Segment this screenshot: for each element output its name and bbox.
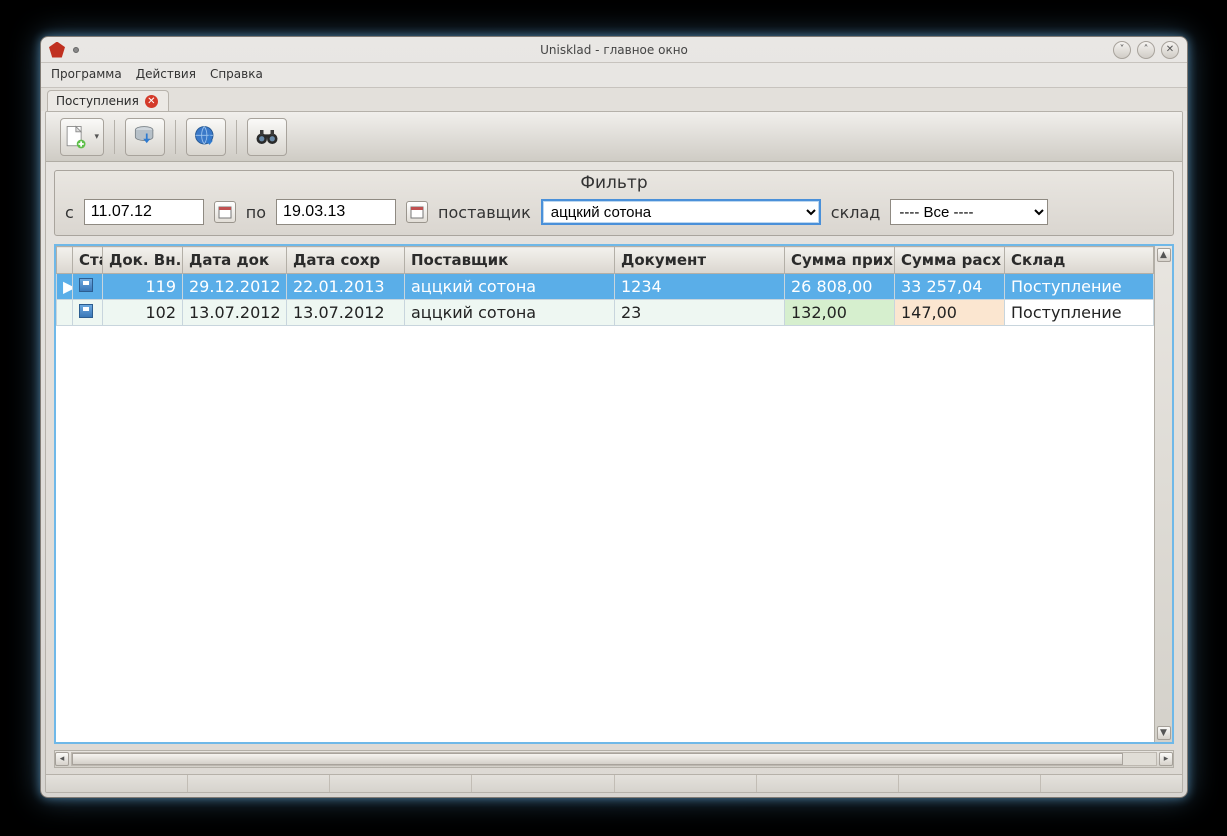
toolbar-separator (114, 120, 115, 154)
filter-panel: Фильтр с по поставщ (54, 170, 1174, 236)
cell-status (73, 274, 103, 300)
row-marker-icon (57, 300, 73, 326)
cell-warehouse: Поступление (1005, 300, 1154, 326)
filter-supplier-label: поставщик (438, 203, 531, 222)
calendar-icon (410, 205, 424, 219)
date-to-input[interactable] (276, 199, 396, 225)
titlebar: Unisklad - главное окно ˅ ˄ ✕ (41, 37, 1187, 63)
database-download-button[interactable] (125, 118, 165, 156)
cell-warehouse: Поступление (1005, 274, 1154, 300)
cell-document: 23 (615, 300, 785, 326)
scroll-right-icon[interactable]: ▸ (1159, 752, 1173, 766)
statusbar (46, 774, 1182, 792)
warehouse-combo[interactable]: ---- Все ---- (890, 199, 1048, 225)
data-grid[interactable]: Ста Док. Вн. Дата док Дата сохр Поставщи… (56, 246, 1154, 742)
filter-title: Фильтр (55, 171, 1173, 193)
close-window-button[interactable]: ✕ (1161, 41, 1179, 59)
cell-status (73, 300, 103, 326)
new-document-button[interactable]: ▾ (60, 118, 104, 156)
col-document[interactable]: Документ (615, 247, 785, 274)
cell-doc-vn: 102 (103, 300, 183, 326)
col-date-save[interactable]: Дата сохр (287, 247, 405, 274)
filter-from-label: с (65, 203, 74, 222)
toolbar: ▾ (46, 112, 1182, 162)
horizontal-scrollbar[interactable]: ◂ ▸ (54, 750, 1174, 768)
cell-sum-out: 33 257,04 (895, 274, 1005, 300)
tab-receipts[interactable]: Поступления ✕ (47, 90, 169, 111)
menu-program[interactable]: Программа (51, 67, 122, 81)
tab-label: Поступления (56, 94, 139, 108)
search-button[interactable] (247, 118, 287, 156)
window-title: Unisklad - главное окно (41, 43, 1187, 57)
filter-to-label: по (246, 203, 266, 222)
scroll-left-icon[interactable]: ◂ (55, 752, 69, 766)
col-supplier[interactable]: Поставщик (405, 247, 615, 274)
dropdown-arrow-icon: ▾ (94, 132, 99, 142)
col-marker[interactable] (57, 247, 73, 274)
menubar: Программа Действия Справка (41, 63, 1187, 88)
binoculars-icon (253, 123, 281, 151)
cell-sum-in: 26 808,00 (785, 274, 895, 300)
table-row[interactable]: ▶ 119 29.12.2012 22.01.2013 аццкий сотон… (57, 274, 1154, 300)
scroll-track[interactable] (71, 752, 1157, 766)
filter-row: с по поставщик (55, 193, 1173, 235)
date-from-input[interactable] (84, 199, 204, 225)
web-download-button[interactable] (186, 118, 226, 156)
cell-date-doc: 13.07.2012 (183, 300, 287, 326)
cell-sum-in: 132,00 (785, 300, 895, 326)
new-document-icon (61, 123, 89, 151)
content-frame: ▾ (45, 111, 1183, 793)
maximize-button[interactable]: ˄ (1137, 41, 1155, 59)
cell-sum-out: 147,00 (895, 300, 1005, 326)
col-sum-out[interactable]: Сумма расх (895, 247, 1005, 274)
grid-container: Ста Док. Вн. Дата док Дата сохр Поставщи… (54, 244, 1174, 744)
cell-doc-vn: 119 (103, 274, 183, 300)
toolbar-separator (175, 120, 176, 154)
cell-date-save: 22.01.2013 (287, 274, 405, 300)
cell-supplier: аццкий сотона (405, 274, 615, 300)
col-date-doc[interactable]: Дата док (183, 247, 287, 274)
scroll-up-icon[interactable]: ▲ (1157, 248, 1171, 262)
scroll-thumb[interactable] (72, 753, 1123, 765)
supplier-combo[interactable]: аццкий сотона (541, 199, 821, 225)
filter-warehouse-label: склад (831, 203, 881, 222)
title-dot-icon (73, 47, 79, 53)
toolbar-separator (236, 120, 237, 154)
globe-download-icon (192, 123, 220, 151)
calendar-icon (218, 205, 232, 219)
vertical-scrollbar[interactable]: ▲ ▼ (1154, 246, 1172, 742)
save-icon (79, 278, 93, 292)
cell-date-doc: 29.12.2012 (183, 274, 287, 300)
cell-date-save: 13.07.2012 (287, 300, 405, 326)
date-from-picker-button[interactable] (214, 201, 236, 223)
tab-close-icon[interactable]: ✕ (145, 95, 158, 108)
cell-document: 1234 (615, 274, 785, 300)
cell-supplier: аццкий сотона (405, 300, 615, 326)
tabstrip: Поступления ✕ (41, 88, 1187, 111)
row-marker-icon: ▶ (57, 274, 73, 300)
col-doc-vn[interactable]: Док. Вн. (103, 247, 183, 274)
menu-actions[interactable]: Действия (136, 67, 196, 81)
col-status[interactable]: Ста (73, 247, 103, 274)
col-sum-in[interactable]: Сумма прих (785, 247, 895, 274)
main-window: Unisklad - главное окно ˅ ˄ ✕ Программа … (40, 36, 1188, 798)
menu-help[interactable]: Справка (210, 67, 263, 81)
app-icon (49, 42, 65, 58)
save-icon (79, 304, 93, 318)
date-to-picker-button[interactable] (406, 201, 428, 223)
minimize-button[interactable]: ˅ (1113, 41, 1131, 59)
scroll-down-icon[interactable]: ▼ (1157, 726, 1171, 740)
table-row[interactable]: 102 13.07.2012 13.07.2012 аццкий сотона … (57, 300, 1154, 326)
col-warehouse[interactable]: Склад (1005, 247, 1154, 274)
database-download-icon (131, 123, 159, 151)
